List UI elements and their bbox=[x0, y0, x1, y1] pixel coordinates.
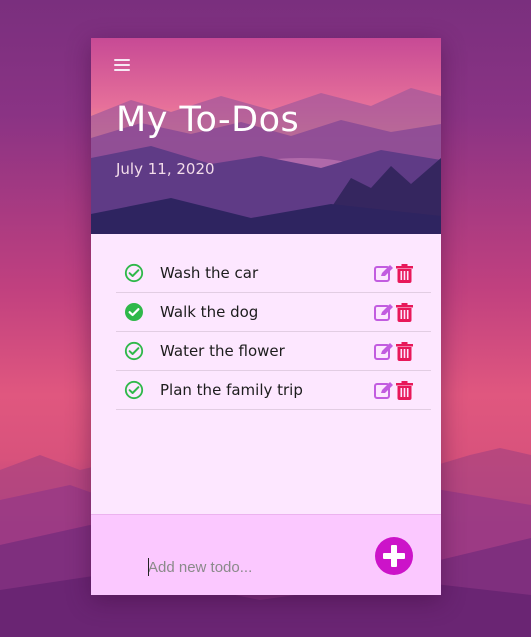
todo-label: Plan the family trip bbox=[160, 381, 303, 399]
todo-card: My To-Dos July 11, 2020 Wash the car Wal… bbox=[91, 38, 441, 595]
plus-icon bbox=[383, 545, 405, 567]
header-banner: My To-Dos July 11, 2020 bbox=[91, 38, 441, 234]
edit-icon[interactable] bbox=[374, 342, 394, 361]
page-title: My To-Dos bbox=[116, 100, 300, 140]
new-todo-input[interactable] bbox=[148, 556, 348, 578]
todo-item: Walk the dog bbox=[116, 293, 431, 332]
edit-icon[interactable] bbox=[374, 381, 394, 400]
todo-label: Water the flower bbox=[160, 342, 285, 360]
edit-icon[interactable] bbox=[374, 264, 394, 283]
todo-item: Wash the car bbox=[116, 254, 431, 293]
menu-icon[interactable] bbox=[114, 59, 130, 75]
trash-icon[interactable] bbox=[396, 381, 413, 400]
trash-icon[interactable] bbox=[396, 342, 413, 361]
todo-label: Walk the dog bbox=[160, 303, 259, 321]
check-circle-icon[interactable] bbox=[124, 263, 144, 283]
text-caret bbox=[148, 558, 149, 576]
add-todo-button[interactable] bbox=[375, 537, 413, 575]
add-todo-bar bbox=[91, 514, 441, 595]
trash-icon[interactable] bbox=[396, 264, 413, 283]
todo-label: Wash the car bbox=[160, 264, 259, 282]
check-circle-filled-icon[interactable] bbox=[124, 302, 144, 322]
check-circle-icon[interactable] bbox=[124, 341, 144, 361]
trash-icon[interactable] bbox=[396, 303, 413, 322]
todo-item: Water the flower bbox=[116, 332, 431, 371]
date-label: July 11, 2020 bbox=[116, 160, 215, 178]
todo-item: Plan the family trip bbox=[116, 371, 431, 410]
edit-icon[interactable] bbox=[374, 303, 394, 322]
check-circle-icon[interactable] bbox=[124, 380, 144, 400]
todo-list: Wash the car Walk the dog Water the flow… bbox=[116, 254, 431, 410]
